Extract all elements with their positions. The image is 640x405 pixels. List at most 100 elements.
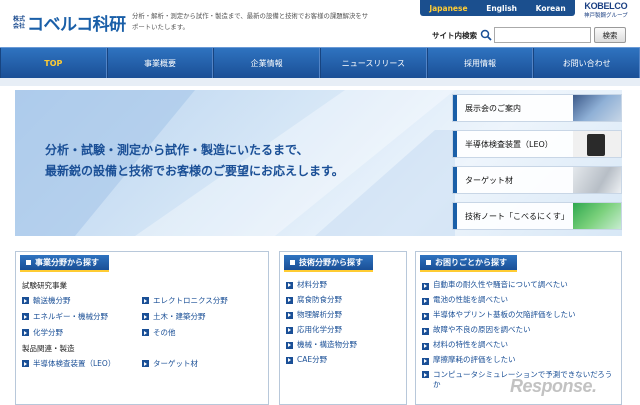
arrow-bullet-icon (286, 341, 293, 349)
link-transport[interactable]: 輸送機分野 (22, 295, 142, 306)
product-links: 半導体検査装置（LEO） ターゲット材 (22, 358, 262, 369)
link-friction-wear[interactable]: 摩擦摩耗の評価をしたい (422, 355, 615, 365)
main-nav: TOP 事業概要 企業情報 ニュースリリース 採用情報 お問い合わせ (0, 47, 640, 78)
link-energy-machine[interactable]: エネルギー・機械分野 (22, 311, 142, 322)
link-other[interactable]: その他 (142, 327, 262, 338)
link-semiconductor-defect[interactable]: 半導体やプリント基板の欠陥評価をしたい (422, 310, 615, 320)
link-battery[interactable]: 電池の性能を調べたい (422, 295, 615, 305)
link-label: 自動車の耐久性や騒音について調べたい (433, 280, 568, 289)
section-research: 試験研究事業 (22, 281, 67, 290)
link-label: エレクトロニクス分野 (153, 296, 228, 305)
side-item-label: 半導体検査装置（LEO） (465, 139, 553, 149)
kobelco-sub: 神戸製鋼グループ (584, 13, 628, 19)
link-electronics[interactable]: エレクトロニクス分野 (142, 295, 262, 306)
search-button[interactable]: 検索 (594, 27, 626, 43)
arrow-bullet-icon (422, 357, 429, 365)
hero-message: 分析・試験・測定から試作・製造にいたるまで、 最新鋭の設備と技術でお客様のご要望… (45, 140, 344, 182)
panel-business-title: 事業分野から探す (35, 258, 99, 267)
arrow-bullet-icon (422, 297, 429, 305)
arrow-bullet-icon (286, 356, 293, 364)
link-car-durability[interactable]: 自動車の耐久性や騒音について調べたい (422, 280, 615, 290)
nav-top[interactable]: TOP (0, 48, 107, 78)
link-label: エネルギー・機械分野 (33, 312, 108, 321)
side-item-label: 展示会のご案内 (465, 103, 521, 113)
target-material-thumbnail (573, 167, 621, 193)
logo-mark: 株式 会社 (13, 16, 25, 30)
link-label: CAE分野 (297, 355, 328, 364)
exhibition-thumbnail (573, 95, 621, 121)
site-header: 株式 会社 コベルコ科研 分析・解析・測定から試作・製造まで、最新の設備と技術で… (0, 0, 640, 46)
search-input[interactable] (494, 27, 591, 43)
logo-text: コベルコ科研 (27, 15, 126, 35)
logo-mark-top: 株式 (13, 15, 26, 23)
link-leo[interactable]: 半導体検査装置（LEO） (22, 358, 142, 369)
link-machine-structure[interactable]: 機械・構造物分野 (286, 340, 400, 350)
side-item-exhibition[interactable]: 展示会のご案内 (452, 94, 622, 122)
side-item-target-material[interactable]: ターゲット材 (452, 166, 622, 194)
link-label: 応用化学分野 (297, 325, 342, 334)
arrow-bullet-icon (22, 313, 29, 320)
panel-business-body: 試験研究事業 輸送機分野 エレクトロニクス分野 エネルギー・機械分野 土木・建築… (22, 280, 262, 374)
arrow-bullet-icon (142, 360, 149, 367)
side-item-leo[interactable]: 半導体検査装置（LEO） (452, 130, 622, 158)
arrow-bullet-icon (422, 327, 429, 335)
panel-troubles-title: お困りごとから探す (435, 258, 507, 267)
nav-news-release[interactable]: ニュースリリース (320, 48, 427, 78)
link-target-material[interactable]: ターゲット材 (142, 358, 262, 369)
nav-company-info[interactable]: 企業情報 (213, 48, 321, 78)
side-item-label: 技術ノート「こべるにくす」 (465, 211, 569, 221)
arrow-bullet-icon (22, 329, 29, 336)
link-material-properties[interactable]: 材料の特性を調べたい (422, 340, 615, 350)
arrow-bullet-icon (422, 371, 429, 378)
link-label: 半導体検査装置（LEO） (33, 359, 116, 368)
nav-business-overview[interactable]: 事業概要 (106, 48, 214, 78)
link-label: 摩擦摩耗の評価をしたい (433, 355, 516, 364)
tagline: 分析・解析・測定から試作・製造まで、最新の設備と技術でお客様の課題解決をサポート… (132, 12, 369, 31)
link-cae[interactable]: CAE分野 (286, 355, 400, 365)
link-civil-construction[interactable]: 土木・建築分野 (142, 311, 262, 322)
nav-strip (0, 78, 640, 86)
lang-korean[interactable]: Korean (536, 4, 566, 13)
watermark: Response. (510, 376, 597, 396)
link-applied-chemistry[interactable]: 応用化学分野 (286, 325, 400, 335)
nav-recruit[interactable]: 採用情報 (426, 48, 534, 78)
link-label: 故障や不良の原因を調べたい (433, 325, 531, 334)
square-icon (26, 260, 31, 265)
link-label: 土木・建築分野 (153, 312, 206, 321)
company-logo[interactable]: 株式 会社 コベルコ科研 (13, 10, 126, 35)
link-label: その他 (153, 328, 176, 337)
link-physical-analysis[interactable]: 物理解析分野 (286, 310, 400, 320)
link-label: ターゲット材 (153, 359, 198, 368)
square-icon (290, 260, 295, 265)
link-chemistry[interactable]: 化学分野 (22, 327, 142, 338)
lang-english[interactable]: English (486, 4, 517, 13)
hero-line-1: 分析・試験・測定から試作・製造にいたるまで、 (45, 143, 309, 157)
search-icon (480, 29, 492, 41)
side-item-label: ターゲット材 (465, 175, 513, 185)
language-switcher: Japanese English Korean (420, 0, 575, 16)
link-materials[interactable]: 材料分野 (286, 280, 400, 290)
panel-tech-body: 材料分野 腐食防食分野 物理解析分野 応用化学分野 機械・構造物分野 CAE分野 (286, 280, 400, 370)
arrow-bullet-icon (142, 329, 149, 336)
leo-device-thumbnail (573, 131, 621, 157)
hero-side-menu: 展示会のご案内 半導体検査装置（LEO） ターゲット材 技術ノート「こべるにくす… (452, 90, 622, 236)
panel-tech-title: 技術分野から探す (299, 258, 363, 267)
link-label: 化学分野 (33, 328, 63, 337)
arrow-bullet-icon (422, 312, 429, 320)
section-products: 製品関連・製造 (22, 344, 75, 353)
kobelco-brand[interactable]: KOBELCO 神戸製鋼グループ (584, 1, 628, 19)
tech-note-thumbnail (573, 203, 621, 229)
nav-contact[interactable]: お問い合わせ (533, 48, 640, 78)
lang-japanese[interactable]: Japanese (429, 4, 467, 13)
arrow-bullet-icon (286, 326, 293, 334)
arrow-bullet-icon (286, 281, 293, 289)
panel-tech-fields: 技術分野から探す 材料分野 腐食防食分野 物理解析分野 応用化学分野 機械・構造… (279, 251, 407, 405)
arrow-bullet-icon (286, 311, 293, 319)
link-failure-cause[interactable]: 故障や不良の原因を調べたい (422, 325, 615, 335)
link-label: 腐食防食分野 (297, 295, 342, 304)
arrow-bullet-icon (142, 313, 149, 320)
link-corrosion[interactable]: 腐食防食分野 (286, 295, 400, 305)
hero-banner: 分析・試験・測定から試作・製造にいたるまで、 最新鋭の設備と技術でお客様のご要望… (15, 90, 622, 236)
side-item-tech-note[interactable]: 技術ノート「こべるにくす」 (452, 202, 622, 230)
arrow-bullet-icon (22, 360, 29, 367)
